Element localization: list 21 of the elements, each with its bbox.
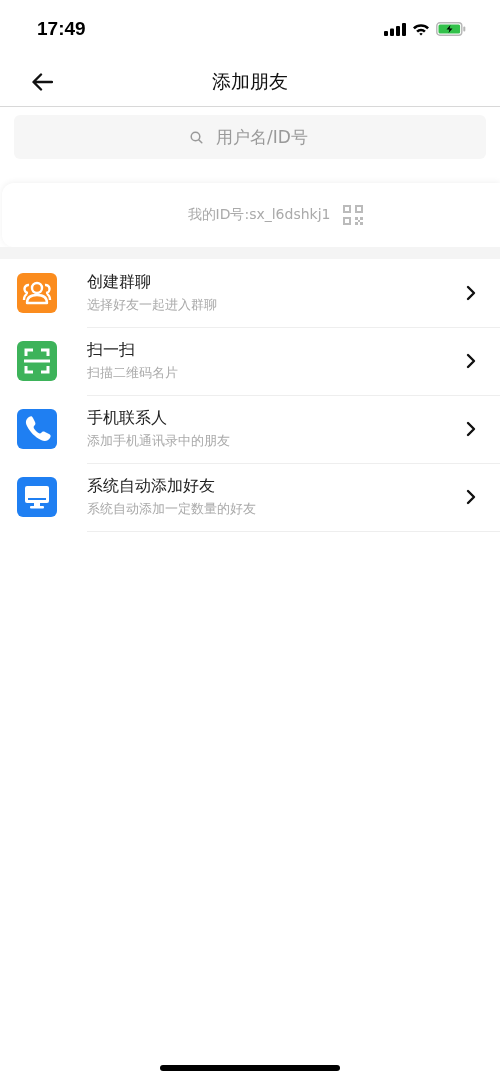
wifi-icon (412, 22, 430, 36)
menu-item[interactable]: 手机联系人 添加手机通讯录中的朋友 (0, 395, 500, 463)
item-title: 扫一扫 (87, 339, 136, 361)
signal-icon (384, 22, 406, 36)
chevron-right-icon (466, 488, 476, 505)
page-title: 添加朋友 (212, 69, 288, 94)
chevron-right-icon (466, 284, 476, 301)
item-title: 手机联系人 (87, 407, 168, 429)
chevron-right-icon (466, 352, 476, 369)
item-subtitle: 添加手机通讯录中的朋友 (87, 431, 230, 450)
item-title: 创建群聊 (87, 271, 152, 293)
chevron-right-icon (466, 420, 476, 437)
item-title: 系统自动添加好友 (87, 475, 216, 497)
status-time: 17:49 (37, 18, 86, 40)
search-icon (190, 131, 203, 144)
item-subtitle: 扫描二维码名片 (87, 363, 178, 382)
menu-item[interactable]: 扫一扫 扫描二维码名片 (0, 327, 500, 395)
search-field[interactable]: 用户名/ID号 (14, 115, 486, 159)
my-id-text: 我的ID号:sx_l6dshkj1 (187, 206, 331, 224)
battery-icon (436, 22, 466, 36)
back-arrow-icon[interactable] (31, 73, 53, 91)
